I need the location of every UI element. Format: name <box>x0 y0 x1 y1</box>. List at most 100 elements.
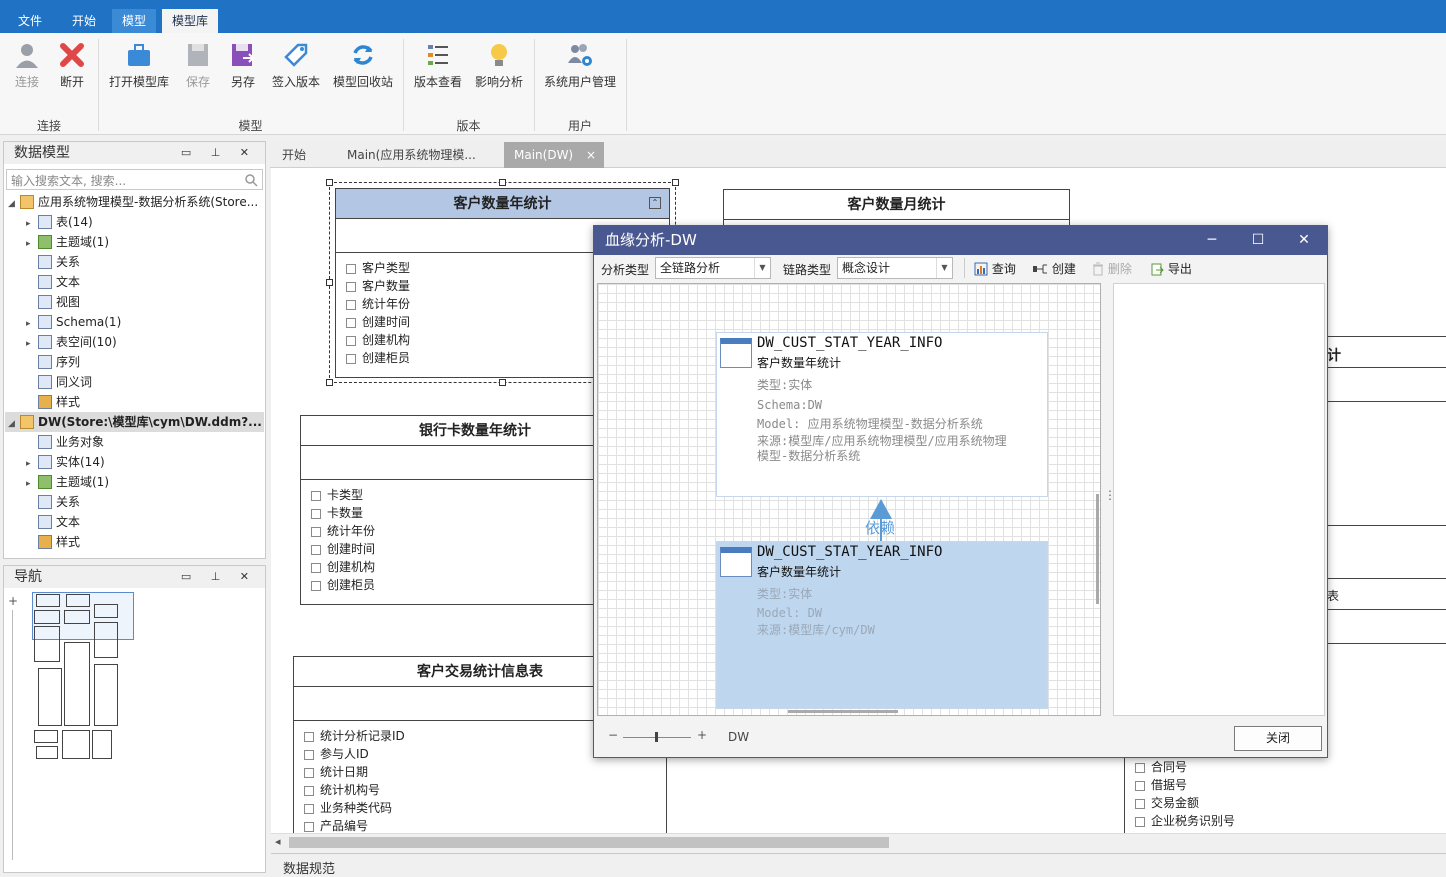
entity-partial-bottom[interactable]: 合同号 借据号 交易金额 企业税务识别号 <box>1124 756 1446 833</box>
search-icon[interactable] <box>244 173 258 187</box>
link-type-select[interactable]: 概念设计 ▼ <box>837 257 953 279</box>
resize-handle[interactable] <box>499 179 506 186</box>
entity-field[interactable]: 合同号 <box>1125 758 1446 776</box>
dialog-title-bar[interactable]: 血缘分析-DW ─ ☐ ✕ <box>594 226 1327 255</box>
lineage-node-source[interactable]: DW_CUST_STAT_YEAR_INFO 客户数量年统计 类型:实体 Sch… <box>716 332 1048 497</box>
tree-item-subject-area[interactable]: ▸ 主题域(1) <box>26 232 109 252</box>
analysis-type-select[interactable]: 全链路分析 ▼ <box>655 257 771 279</box>
delete-button[interactable]: 删除 <box>1092 260 1132 277</box>
version-view-button[interactable]: 版本查看 <box>412 37 464 97</box>
system-user-management-button[interactable]: 系统用户管理 <box>542 37 618 97</box>
checkin-version-button[interactable]: 签入版本 <box>270 37 322 97</box>
entity-field[interactable]: 借据号 <box>1125 776 1446 794</box>
panel-window-buttons[interactable]: ▭ ⊥ ✕ <box>181 142 257 164</box>
create-button[interactable]: 创建 <box>1032 260 1076 277</box>
tab-main-dw[interactable]: Main(DW) × <box>504 142 604 168</box>
tree-item-views[interactable]: 视图 <box>26 292 80 312</box>
minimize-button[interactable]: ─ <box>1189 226 1235 255</box>
dialog-close-x-button[interactable]: ✕ <box>1281 226 1327 255</box>
tree-item-schema[interactable]: ▸ Schema(1) <box>26 312 121 332</box>
maximize-button[interactable]: ☐ <box>1235 226 1281 255</box>
entity-table-icon <box>720 547 752 577</box>
properties-pane <box>1113 283 1325 716</box>
search-input[interactable]: 输入搜索文本, 搜索... <box>6 169 263 190</box>
resize-handle[interactable] <box>326 379 333 386</box>
tree-item-text-dw[interactable]: 文本 <box>26 512 80 532</box>
tree-item-text[interactable]: 文本 <box>26 272 80 292</box>
tree-item-entities[interactable]: ▸ 实体(14) <box>26 452 105 472</box>
tree-label: DW(Store:\模型库\cym\DW.ddm?... <box>38 415 262 429</box>
query-button[interactable]: 查询 <box>974 260 1016 277</box>
tree-item-synonyms[interactable]: 同义词 <box>26 372 92 392</box>
save-as-button[interactable]: 另存 <box>226 37 260 97</box>
entity-field[interactable]: 交易金额 <box>1125 794 1446 812</box>
collapse-icon[interactable]: ⌃ <box>649 197 661 209</box>
tree-item-relations-dw[interactable]: 关系 <box>26 492 80 512</box>
search-placeholder: 输入搜索文本, 搜索... <box>11 174 127 188</box>
entity-field[interactable]: 统计机构号 <box>294 781 666 799</box>
entity-field[interactable]: 产品编号 <box>294 817 666 833</box>
menu-model[interactable]: 模型 <box>112 9 157 33</box>
tree-item-dw-model[interactable]: ◢ DW(Store:\模型库\cym\DW.ddm?... <box>5 412 264 432</box>
open-model-library-button[interactable]: 打开模型库 <box>106 37 172 97</box>
lineage-analysis-dialog: 血缘分析-DW ─ ☐ ✕ 分析类型 全链路分析 ▼ 链路类型 概念设计 ▼ 查… <box>593 225 1328 758</box>
data-standard-panel-title: 数据规范 <box>283 862 336 877</box>
menu-file[interactable]: 文件 <box>8 9 52 33</box>
nav-thumb <box>92 730 112 759</box>
tab-close-icon[interactable]: × <box>586 142 596 168</box>
nav-zoom-plus[interactable]: + <box>8 594 18 608</box>
tree-label: 表空间(10) <box>56 335 117 349</box>
entity-field[interactable]: 统计日期 <box>294 763 666 781</box>
resize-handle[interactable] <box>326 179 333 186</box>
scroll-left-arrow[interactable]: ◂ <box>275 835 281 848</box>
tree-item-styles-dw[interactable]: 样式 <box>26 532 80 552</box>
tree-item-styles[interactable]: 样式 <box>26 392 80 412</box>
entity-field[interactable]: 业务种类代码 <box>294 799 666 817</box>
graph-hscroll-thumb[interactable] <box>788 710 898 713</box>
zoom-in-button[interactable]: + <box>697 728 707 742</box>
red-x-icon <box>60 43 84 67</box>
synonym-icon <box>38 375 52 389</box>
scrollbar-thumb[interactable] <box>289 837 889 848</box>
tree-item-relations[interactable]: 关系 <box>26 252 80 272</box>
zoom-slider-thumb[interactable] <box>655 732 658 742</box>
lineage-node-target[interactable]: DW_CUST_STAT_YEAR_INFO 客户数量年统计 类型:实体 Mod… <box>716 541 1048 709</box>
entity-partial-right-1[interactable]: 计 <box>1311 336 1446 526</box>
tree-item-tables[interactable]: ▸ 表(14) <box>26 212 93 232</box>
disconnect-button[interactable]: 断开 <box>54 37 90 97</box>
menu-model-library[interactable]: 模型库 <box>162 9 219 33</box>
entity-title-partial: 计 <box>1327 348 1341 364</box>
panel-window-buttons[interactable]: ▭ ⊥ ✕ <box>181 566 257 588</box>
tree-item-subject-area-dw[interactable]: ▸ 主题域(1) <box>26 472 109 492</box>
model-recycle-button[interactable]: 模型回收站 <box>332 37 394 97</box>
tree-item-business-objects[interactable]: 业务对象 <box>26 432 104 452</box>
tag-icon <box>284 43 308 67</box>
tab-main-app-model[interactable]: Main(应用系统物理模... <box>337 142 486 168</box>
query-label: 查询 <box>991 262 1016 276</box>
resize-handle[interactable] <box>672 179 679 186</box>
connect-button[interactable]: 连接 <box>10 37 44 97</box>
resize-handle[interactable] <box>499 379 506 386</box>
tree-item-tablespaces[interactable]: ▸ 表空间(10) <box>26 332 117 352</box>
lineage-graph-area[interactable]: DW_CUST_STAT_YEAR_INFO 客户数量年统计 类型:实体 Sch… <box>597 283 1101 716</box>
tree-item-app-physical-model[interactable]: ◢ 应用系统物理模型-数据分析系统(Store... <box>8 192 258 212</box>
nav-zoom-track[interactable] <box>12 610 13 860</box>
zoom-out-button[interactable]: − <box>608 728 618 742</box>
impact-analysis-label: 影响分析 <box>474 75 523 89</box>
nav-thumb <box>34 626 60 662</box>
entity-field[interactable]: 企业税务识别号 <box>1125 812 1446 830</box>
tab-start[interactable]: 开始 <box>272 142 316 168</box>
tree-item-sequences[interactable]: 序列 <box>26 352 80 372</box>
menu-start[interactable]: 开始 <box>62 9 106 33</box>
export-button[interactable]: 导出 <box>1150 260 1192 277</box>
briefcase-icon <box>128 44 150 66</box>
entity-partial-right-2[interactable]: 表 <box>1311 578 1446 644</box>
close-button[interactable]: 关闭 <box>1234 726 1322 751</box>
horizontal-scrollbar[interactable]: ◂ <box>271 833 1446 850</box>
view-icon <box>38 295 52 309</box>
resize-handle[interactable] <box>326 279 333 286</box>
save-button[interactable]: 保存 <box>182 37 214 97</box>
nav-thumb <box>38 668 62 726</box>
impact-analysis-button[interactable]: 影响分析 <box>472 37 526 97</box>
graph-vscroll-thumb[interactable] <box>1096 494 1099 604</box>
